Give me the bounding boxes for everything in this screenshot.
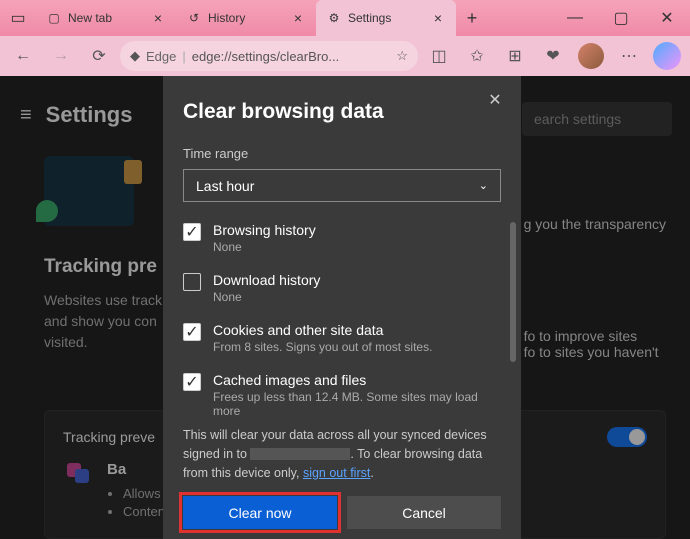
tab-settings[interactable]: ⚙ Settings × bbox=[316, 0, 456, 36]
addr-url: edge://settings/clearBro... bbox=[192, 49, 391, 64]
maximize-button[interactable]: ▢ bbox=[598, 0, 644, 36]
time-range-label: Time range bbox=[183, 146, 501, 161]
close-icon[interactable]: × bbox=[150, 10, 166, 26]
clear-browsing-data-dialog: ✕ Clear browsing data Time range Last ho… bbox=[163, 76, 521, 539]
edge-icon: ◆ bbox=[130, 48, 140, 64]
tab-strip: ▢ New tab × ↺ History × ⚙ Settings × + bbox=[36, 0, 552, 36]
tab-new-tab[interactable]: ▢ New tab × bbox=[36, 0, 176, 36]
refresh-button[interactable]: ⟳ bbox=[82, 39, 116, 73]
tab-actions-icon[interactable]: ▭ bbox=[0, 8, 36, 28]
cancel-button[interactable]: Cancel bbox=[347, 496, 501, 529]
redacted-account bbox=[250, 448, 350, 460]
checkbox[interactable] bbox=[183, 273, 201, 291]
favorite-icon[interactable]: ☆ bbox=[396, 48, 408, 64]
forward-button: → bbox=[44, 39, 78, 73]
copilot-icon[interactable] bbox=[650, 39, 684, 73]
dialog-title: Clear browsing data bbox=[183, 100, 501, 124]
checkbox[interactable]: ✓ bbox=[183, 373, 201, 391]
history-icon: ↺ bbox=[186, 10, 202, 26]
new-tab-button[interactable]: + bbox=[456, 0, 488, 36]
checkbox[interactable]: ✓ bbox=[183, 323, 201, 341]
tab-title: History bbox=[208, 11, 284, 25]
data-type-checklist: ✓ Browsing history None Download history… bbox=[183, 222, 501, 418]
settings-page: ≡ Settings earch settings Tracking pre W… bbox=[0, 76, 690, 539]
check-cookies[interactable]: ✓ Cookies and other site data From 8 sit… bbox=[183, 322, 501, 354]
tab-icon: ▢ bbox=[46, 10, 62, 26]
addr-scheme: Edge bbox=[146, 49, 176, 64]
toolbar: ← → ⟳ ◆ Edge | edge://settings/clearBro.… bbox=[0, 36, 690, 76]
dialog-close-button[interactable]: ✕ bbox=[481, 86, 509, 114]
gear-icon: ⚙ bbox=[326, 10, 342, 26]
split-screen-icon[interactable]: ◫ bbox=[422, 39, 456, 73]
checkbox[interactable]: ✓ bbox=[183, 223, 201, 241]
wellness-icon[interactable]: ❤ bbox=[536, 39, 570, 73]
check-download-history[interactable]: Download history None bbox=[183, 272, 501, 304]
tab-title: New tab bbox=[68, 11, 144, 25]
time-range-select[interactable]: Last hour ⌄ bbox=[183, 169, 501, 202]
clear-now-button[interactable]: Clear now bbox=[183, 496, 337, 529]
sign-out-link[interactable]: sign out first bbox=[303, 466, 370, 480]
tab-title: Settings bbox=[348, 11, 424, 25]
tab-history[interactable]: ↺ History × bbox=[176, 0, 316, 36]
back-button[interactable]: ← bbox=[6, 39, 40, 73]
more-icon[interactable]: ⋯ bbox=[612, 39, 646, 73]
check-browsing-history[interactable]: ✓ Browsing history None bbox=[183, 222, 501, 254]
close-icon[interactable]: × bbox=[430, 10, 446, 26]
chevron-down-icon: ⌄ bbox=[479, 179, 488, 192]
extensions-icon[interactable]: ⊞ bbox=[498, 39, 532, 73]
minimize-button[interactable]: — bbox=[552, 0, 598, 36]
close-icon[interactable]: × bbox=[290, 10, 306, 26]
check-cached[interactable]: ✓ Cached images and files Frees up less … bbox=[183, 372, 501, 418]
sync-note: This will clear your data across all you… bbox=[183, 426, 501, 482]
scrollbar[interactable] bbox=[510, 222, 516, 362]
profile-avatar[interactable] bbox=[574, 39, 608, 73]
close-window-button[interactable]: ✕ bbox=[644, 0, 690, 36]
titlebar: ▭ ▢ New tab × ↺ History × ⚙ Settings × +… bbox=[0, 0, 690, 36]
favorites-icon[interactable]: ✩ bbox=[460, 39, 494, 73]
address-bar[interactable]: ◆ Edge | edge://settings/clearBro... ☆ bbox=[120, 41, 418, 71]
